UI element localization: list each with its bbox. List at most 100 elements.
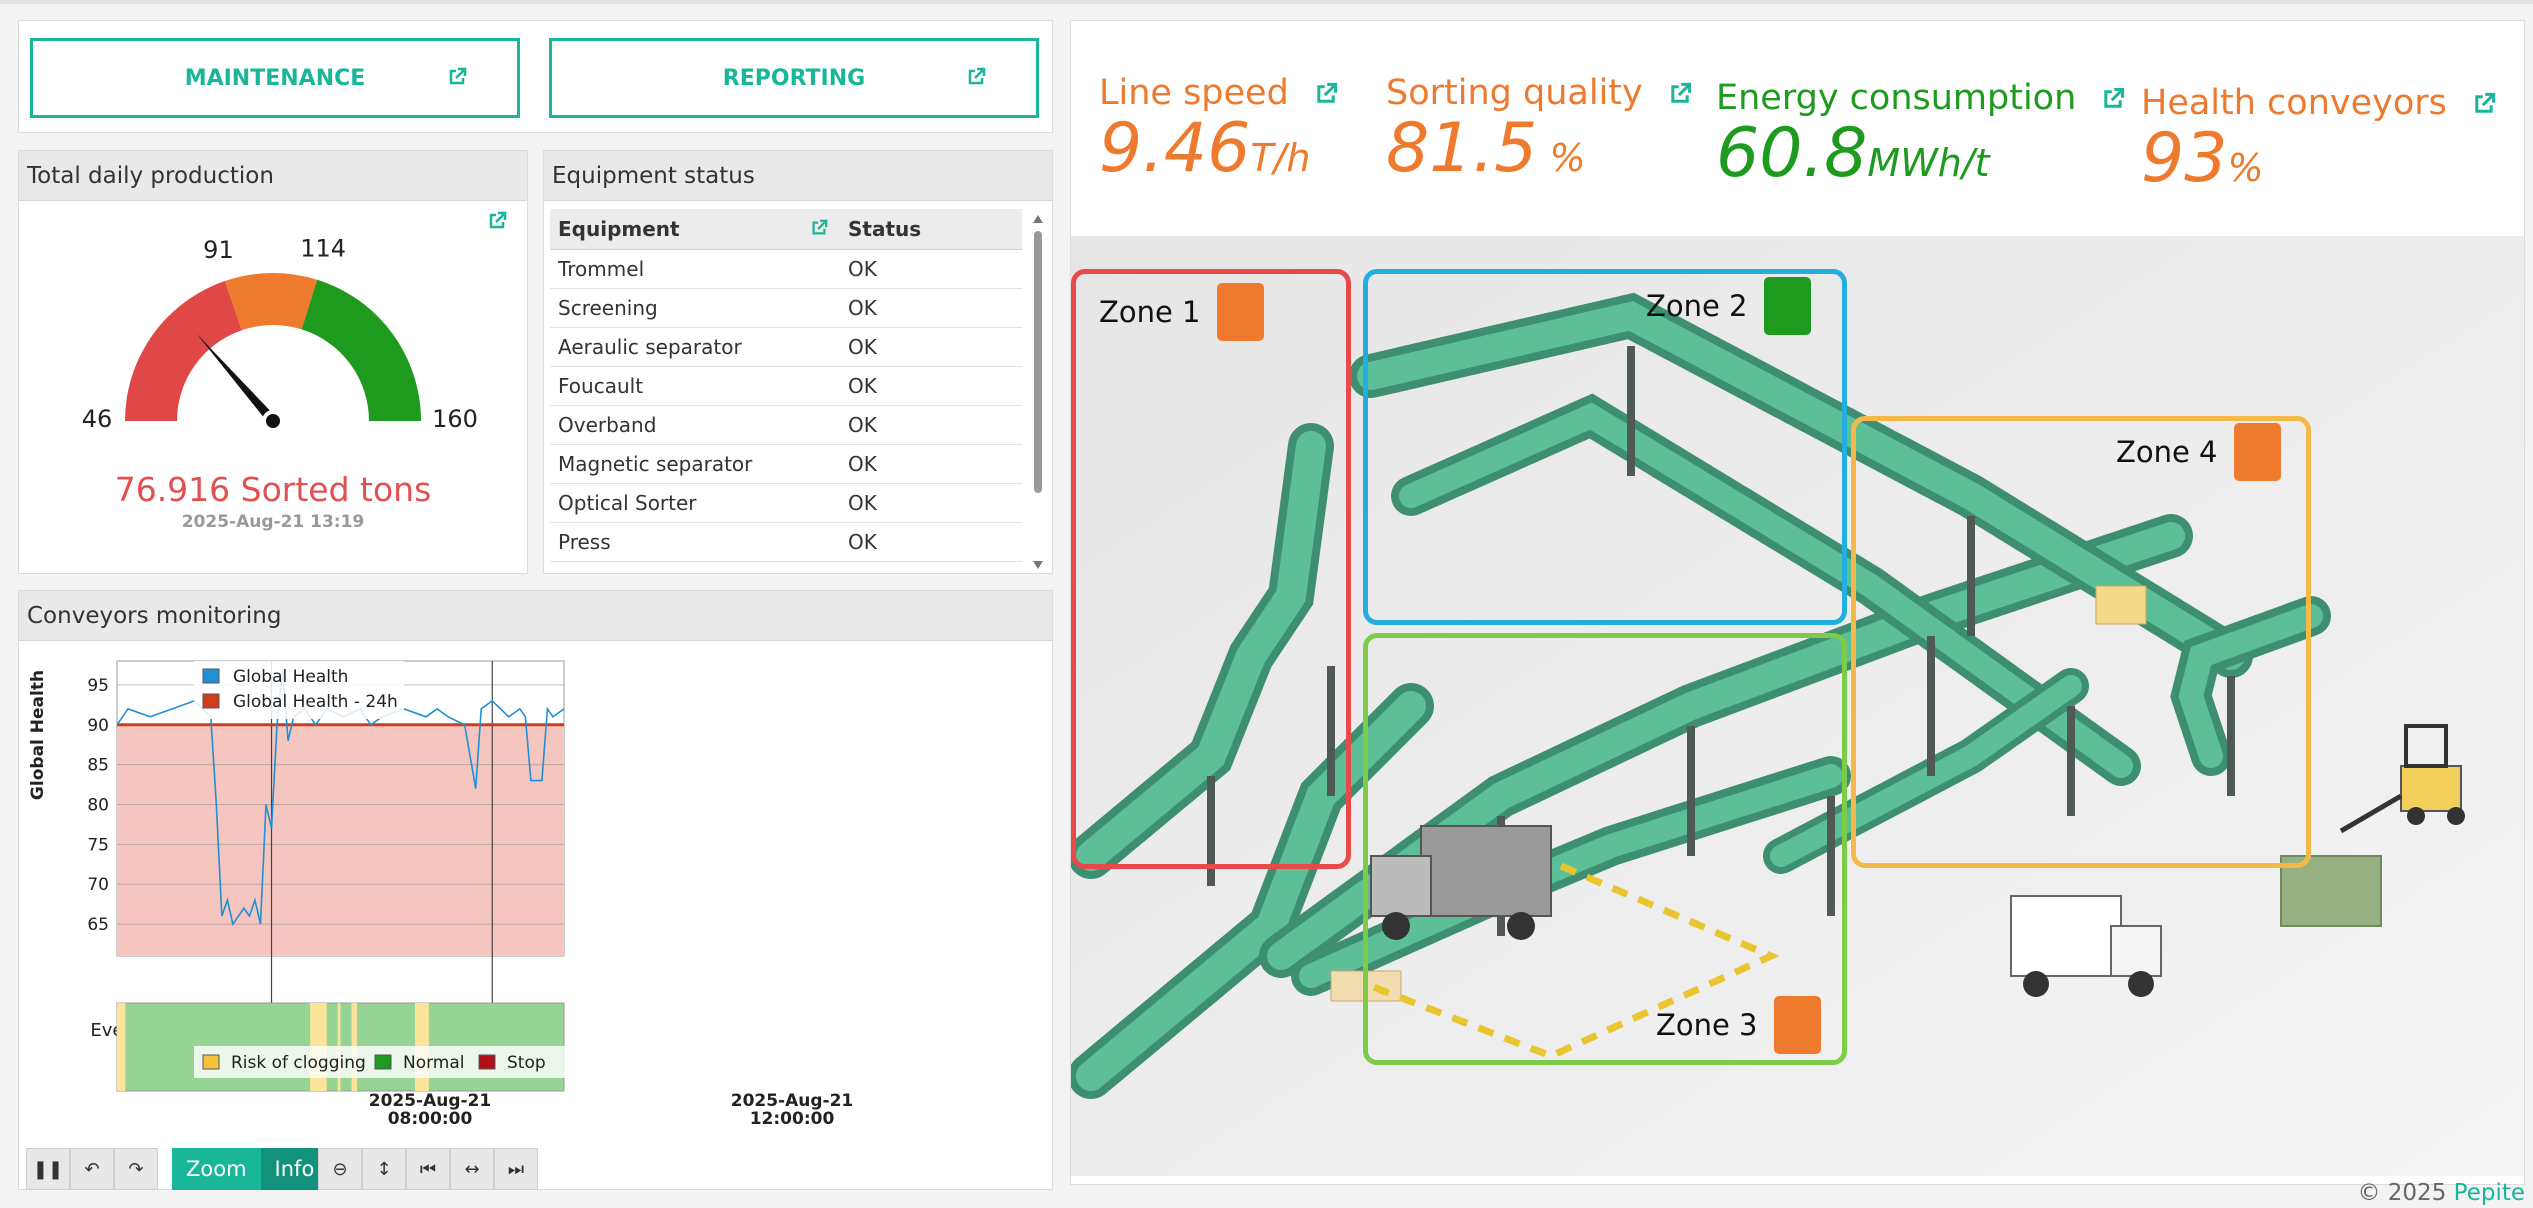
x-tick-2-date: 2025-Aug-21: [731, 1091, 854, 1111]
horizontal-zoom-button[interactable]: ↔: [450, 1148, 494, 1190]
event-legend-label-normal: Normal: [403, 1053, 465, 1073]
undo-icon: ↶: [84, 1158, 100, 1180]
zone-name: Zone 2: [1646, 289, 1748, 323]
equipment-column-header[interactable]: Equipment: [550, 209, 840, 250]
zone-label[interactable]: Zone 2: [1646, 277, 1811, 335]
gauge-threshold2-label: 114: [300, 235, 346, 263]
zone-boundary[interactable]: [1851, 416, 2311, 868]
zone-name: Zone 3: [1656, 1008, 1758, 1042]
external-link-icon[interactable]: [1668, 82, 1692, 106]
gauge-needle: [196, 333, 277, 425]
external-link-icon: [449, 67, 467, 85]
gauge-value-text: 76.916 Sorted tons: [115, 470, 432, 509]
horizontal-zoom-icon: ↔: [464, 1158, 480, 1180]
zoom-out-button[interactable]: ⊖: [318, 1148, 362, 1190]
production-gauge: 46 160 91 114 76.916 Sorted tons 2025-Au…: [82, 235, 478, 532]
x-tick-2-time: 12:00:00: [750, 1109, 835, 1129]
copyright-text: © 2025: [2357, 1180, 2454, 1206]
reporting-button[interactable]: REPORTING: [549, 38, 1039, 118]
pause-button[interactable]: ❚❚: [26, 1148, 70, 1190]
event-legend: Risk of clogging Normal Stop: [194, 1046, 566, 1078]
fast-forward-button[interactable]: ⏭: [494, 1148, 538, 1190]
external-link-icon[interactable]: [810, 219, 828, 237]
top-border: [0, 0, 2533, 4]
kpi-unit: %: [1537, 136, 1586, 180]
equipment-status: OK: [840, 444, 1022, 484]
zone-name: Zone 1: [1099, 295, 1201, 329]
equipment-name: Foucault: [550, 366, 840, 406]
table-row[interactable]: Aeraulic separator OK: [550, 327, 1022, 367]
equipment-name: Screening: [550, 288, 840, 328]
table-row[interactable]: Foucault OK: [550, 366, 1022, 406]
event-legend-label-stop: Stop: [507, 1053, 546, 1073]
redo-button[interactable]: ↷: [114, 1148, 158, 1190]
equipment-name: Aeraulic separator: [550, 327, 840, 367]
equipment-panel: Equipment status Equipment Status Tromme…: [543, 150, 1053, 574]
table-row[interactable]: Trommel OK: [550, 249, 1022, 289]
kpi-card: Line speed 9.46T/h: [1099, 73, 1338, 183]
table-header-row: Equipment Status: [550, 209, 1022, 250]
y-tick-label: 65: [87, 915, 109, 935]
table-row[interactable]: Magnetic separator OK: [550, 444, 1022, 484]
table-scrollbar[interactable]: [1030, 209, 1046, 573]
equipment-table: Equipment Status Trommel OK Screening OK Aer…: [550, 209, 1022, 562]
maintenance-button[interactable]: MAINTENANCE: [30, 38, 520, 118]
redo-icon: ↷: [128, 1158, 144, 1180]
y-tick-label: 85: [87, 756, 109, 776]
equipment-name: Overband: [550, 405, 840, 445]
x-tick-1-time: 08:00:00: [388, 1109, 473, 1129]
rewind-button[interactable]: ⏮: [406, 1148, 450, 1190]
fast-forward-icon: ⏭: [507, 1158, 525, 1180]
gauge-threshold1-label: 91: [203, 236, 234, 264]
zoom-controls: ⊖ ↕ ⏮ ↔ ⏭: [318, 1148, 538, 1190]
event-legend-swatch-stop: [478, 1054, 496, 1070]
y-tick-label: 90: [87, 716, 109, 736]
table-row[interactable]: Press OK: [550, 522, 1022, 562]
event-legend-swatch-risk: [202, 1054, 220, 1070]
equipment-status: OK: [840, 327, 1022, 367]
vertical-arrows-icon: ↕: [376, 1158, 392, 1180]
zone-label[interactable]: Zone 1: [1099, 283, 1264, 341]
production-panel: Total daily production 46 160 91 114 76.…: [18, 150, 528, 574]
status-column-header[interactable]: Status: [840, 209, 1022, 250]
kpi-card: Health conveyors 93%: [2141, 83, 2496, 193]
table-row[interactable]: Optical Sorter OK: [550, 483, 1022, 523]
zone-name: Zone 4: [2116, 435, 2218, 469]
gauge-timestamp: 2025-Aug-21 13:19: [182, 512, 365, 532]
event-legend-label-risk: Risk of clogging: [231, 1053, 366, 1073]
plant-overview-panel: Line speed 9.46T/h Sorting quality 81.5 %…: [1070, 20, 2525, 1185]
undo-button[interactable]: ↶: [70, 1148, 114, 1190]
conveyors-panel: Conveyors monitoring Global Health 65 70 7…: [18, 590, 1053, 1190]
y-tick-label: 75: [87, 835, 109, 855]
zone-boundary[interactable]: [1071, 269, 1351, 869]
reporting-label: REPORTING: [722, 65, 866, 91]
external-link-icon[interactable]: [1314, 82, 1338, 106]
equipment-status: OK: [840, 522, 1022, 562]
vertical-fit-button[interactable]: ↕: [362, 1148, 406, 1190]
zone-status-indicator: [2233, 423, 2281, 481]
table-row[interactable]: Screening OK: [550, 288, 1022, 328]
gauge-arc-low: [125, 281, 242, 421]
external-link-icon: [968, 67, 986, 85]
external-link-icon[interactable]: [2101, 87, 2125, 111]
kpi-unit: MWh/t: [1867, 141, 1990, 185]
equipment-name: Magnetic separator: [550, 444, 840, 484]
shortcut-panel: MAINTENANCE REPORTING: [18, 20, 1053, 133]
equipment-title: Equipment status: [544, 151, 1052, 201]
zoom-mode-button[interactable]: Zoom: [172, 1148, 261, 1190]
gauge-hub: [262, 410, 284, 432]
table-row[interactable]: Overband OK: [550, 405, 1022, 445]
rewind-icon: ⏮: [419, 1158, 437, 1180]
event-legend-swatch-normal: [374, 1054, 392, 1070]
gauge-arc-high: [301, 279, 421, 421]
chart-alert-zone: [117, 724, 564, 956]
external-link-icon[interactable]: [2472, 92, 2496, 116]
equipment-status: OK: [840, 405, 1022, 445]
zone-label[interactable]: Zone 3: [1656, 996, 1821, 1054]
brand-link[interactable]: Pepite: [2454, 1180, 2525, 1206]
equipment-header-label: Equipment: [558, 216, 680, 241]
kpi-value: 93%: [2141, 119, 2264, 198]
kpi-card: Sorting quality 81.5 %: [1386, 73, 1692, 183]
zone-label[interactable]: Zone 4: [2116, 423, 2281, 481]
legend-swatch-health: [202, 668, 220, 684]
